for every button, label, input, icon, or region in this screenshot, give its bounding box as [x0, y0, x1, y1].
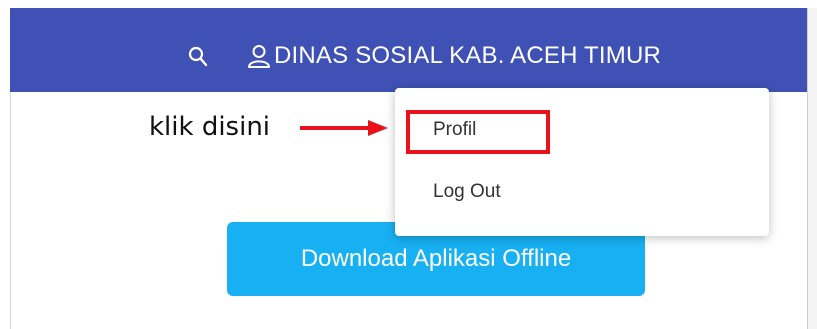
search-icon[interactable]: [188, 46, 208, 68]
annotation-text: klik disini: [149, 112, 271, 142]
user-menu-toggle[interactable]: DINAS SOSIAL KAB. ACEH TIMUR: [246, 38, 661, 74]
menu-item-logout[interactable]: Log Out: [433, 181, 501, 203]
app-frame: DINAS SOSIAL KAB. ACEH TIMUR Download Ap…: [0, 0, 817, 329]
annotation-highlight-box: [406, 110, 550, 154]
page-scrollbar[interactable]: [807, 8, 817, 329]
user-name: DINAS SOSIAL KAB. ACEH TIMUR: [274, 42, 662, 69]
arrow-right-icon: [300, 120, 388, 136]
top-strip: [0, 0, 817, 8]
user-icon: [248, 45, 270, 68]
top-navbar: DINAS SOSIAL KAB. ACEH TIMUR: [10, 8, 807, 92]
